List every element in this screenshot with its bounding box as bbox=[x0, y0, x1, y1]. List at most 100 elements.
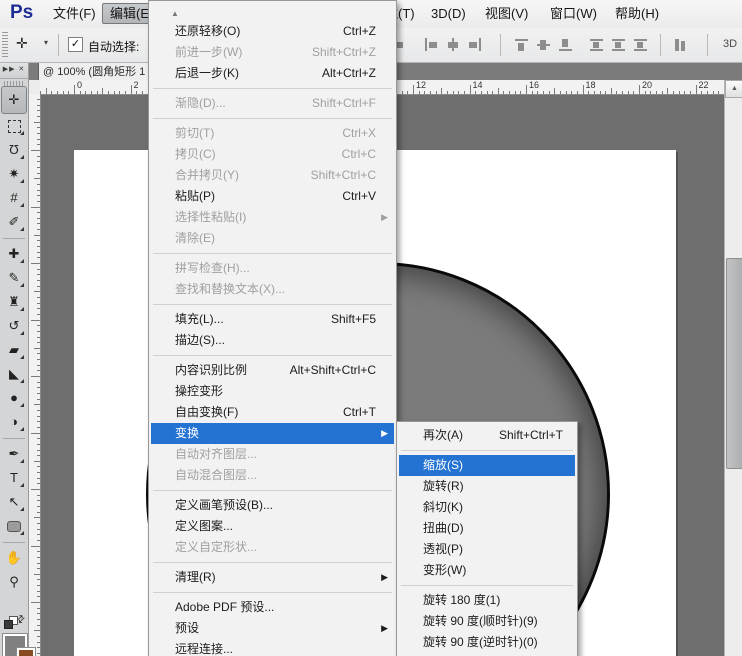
menu-item-4[interactable]: 帮助(H) bbox=[608, 4, 666, 23]
scroll-up-arrow[interactable]: ▲ bbox=[725, 80, 742, 98]
transform-submenu-item-11[interactable]: 旋转 90 度(逆时针)(0) bbox=[399, 632, 575, 653]
align-right-edges-icon[interactable] bbox=[467, 37, 483, 53]
path-selection-tool[interactable]: ↖ bbox=[2, 490, 26, 514]
edit-menu-item-12[interactable]: 清除(E) bbox=[151, 228, 394, 249]
edit-menu-item-18[interactable]: 描边(S)... bbox=[151, 330, 394, 351]
healing-brush-tool[interactable]: ✚ bbox=[2, 242, 26, 266]
menu-item-label: 变形(W) bbox=[423, 560, 466, 581]
dodge-burn-tool[interactable]: ◑ bbox=[2, 410, 26, 434]
edit-menu-item-7[interactable]: 剪切(T)Ctrl+X bbox=[151, 123, 394, 144]
edit-menu-item-17[interactable]: 填充(L)...Shift+F5 bbox=[151, 309, 394, 330]
edit-menu-item-24[interactable]: 自动对齐图层... bbox=[151, 444, 394, 465]
edit-menu-item-15[interactable]: 查找和替换文本(X)... bbox=[151, 279, 394, 300]
edit-menu-item-27[interactable]: 定义画笔预设(B)... bbox=[151, 495, 394, 516]
transform-submenu-item-4[interactable]: 斜切(K) bbox=[399, 497, 575, 518]
edit-menu-item-25[interactable]: 自动混合图层... bbox=[151, 465, 394, 486]
align-left-edges-icon[interactable] bbox=[423, 37, 439, 53]
edit-menu-item-28[interactable]: 定义图案... bbox=[151, 516, 394, 537]
edit-menu-item-34[interactable]: 预设▶ bbox=[151, 618, 394, 639]
menu-item-shortcut: Shift+F5 bbox=[331, 309, 376, 330]
edit-menu-item-31[interactable]: 清理(R)▶ bbox=[151, 567, 394, 588]
transform-submenu-item-3[interactable]: 旋转(R) bbox=[399, 476, 575, 497]
clone-stamp-tool[interactable]: ♜ bbox=[2, 290, 26, 314]
edit-menu-item-29[interactable]: 定义自定形状... bbox=[151, 537, 394, 558]
edit-menu-item-2[interactable]: 前进一步(W)Shift+Ctrl+Z bbox=[151, 42, 394, 63]
edit-menu-item-3[interactable]: 后退一步(K)Alt+Ctrl+Z bbox=[151, 63, 394, 84]
eraser-tool[interactable]: ▰ bbox=[2, 338, 26, 362]
menu-item-3[interactable]: 窗口(W) bbox=[543, 4, 604, 23]
menu-item-label: 定义图案... bbox=[175, 516, 233, 537]
edit-menu-item-35[interactable]: 远程连接... bbox=[151, 639, 394, 656]
healing-brush-tool-icon: ✚ bbox=[9, 242, 20, 266]
default-colors-icon[interactable] bbox=[4, 620, 13, 629]
toolbox-separator bbox=[0, 538, 28, 546]
eraser-tool-icon: ▰ bbox=[9, 338, 19, 362]
rounded-rectangle-tool[interactable] bbox=[2, 514, 26, 538]
distribute-vertical-centers-icon[interactable] bbox=[610, 37, 626, 53]
menu-item-label: 预设 bbox=[175, 618, 199, 639]
transform-submenu-item-9[interactable]: 旋转 180 度(1) bbox=[399, 590, 575, 611]
transform-submenu-item-6[interactable]: 透视(P) bbox=[399, 539, 575, 560]
menu-separator bbox=[151, 588, 394, 597]
edit-menu-item-20[interactable]: 内容识别比例Alt+Shift+Ctrl+C bbox=[151, 360, 394, 381]
menu-file[interactable]: 文件(F) bbox=[46, 4, 103, 23]
background-color-swatch[interactable] bbox=[17, 648, 35, 656]
scrollbar-thumb[interactable] bbox=[726, 258, 742, 469]
edit-menu-item-14[interactable]: 拼写检查(H)... bbox=[151, 258, 394, 279]
align-vertical-centers-icon[interactable] bbox=[535, 37, 551, 53]
transform-submenu-item-0[interactable]: 再次(A)Shift+Ctrl+T bbox=[399, 425, 575, 446]
edit-menu-item-8[interactable]: 拷贝(C)Ctrl+C bbox=[151, 144, 394, 165]
transform-submenu-item-2[interactable]: 缩放(S) bbox=[399, 455, 575, 476]
paint-bucket-tool[interactable]: ◣ bbox=[2, 362, 26, 386]
edit-menu-item-10[interactable]: 粘贴(P)Ctrl+V bbox=[151, 186, 394, 207]
history-brush-tool[interactable]: ↺ bbox=[2, 314, 26, 338]
quick-selection-tool[interactable]: ✷ bbox=[2, 162, 26, 186]
edit-menu-item-11[interactable]: 选择性粘贴(I)▶ bbox=[151, 207, 394, 228]
transform-submenu-item-10[interactable]: 旋转 90 度(顺时针)(9) bbox=[399, 611, 575, 632]
transform-submenu: 再次(A)Shift+Ctrl+T 缩放(S)旋转(R)斜切(K)扭曲(D)透视(… bbox=[396, 421, 578, 656]
menu-item-2[interactable]: 视图(V) bbox=[478, 4, 535, 23]
menu-item-label: 缩放(S) bbox=[423, 455, 463, 476]
zoom-tool[interactable]: ⚲ bbox=[2, 570, 26, 594]
align-partial-icon[interactable] bbox=[395, 37, 411, 53]
edit-menu-item-33[interactable]: Adobe PDF 预设... bbox=[151, 597, 394, 618]
auto-select-checkbox[interactable]: ✓ bbox=[68, 37, 83, 52]
pen-tool-icon: ✒ bbox=[9, 442, 20, 466]
lasso-tool[interactable]: Ʊ bbox=[2, 138, 26, 162]
edit-menu-item-22[interactable]: 自由变换(F)Ctrl+T bbox=[151, 402, 394, 423]
distribute-columns-icon[interactable] bbox=[672, 37, 688, 53]
quick-selection-tool-icon: ✷ bbox=[9, 162, 20, 186]
hand-tool[interactable]: ✋ bbox=[2, 546, 26, 570]
align-bottom-edges-icon[interactable] bbox=[557, 37, 573, 53]
options-bar-grip[interactable] bbox=[2, 32, 8, 58]
transform-submenu-item-7[interactable]: 变形(W) bbox=[399, 560, 575, 581]
blur-tool[interactable]: ● bbox=[2, 386, 26, 410]
align-top-edges-icon[interactable] bbox=[513, 37, 529, 53]
rectangular-marquee-tool[interactable] bbox=[2, 114, 26, 138]
menu-separator bbox=[151, 351, 394, 360]
edit-menu-item-1[interactable]: 还原轻移(O)Ctrl+Z bbox=[151, 21, 394, 42]
eyedropper-tool[interactable]: ✐ bbox=[2, 210, 26, 234]
menu-item-label: 旋转 180 度(1) bbox=[423, 590, 500, 611]
edit-menu-item-9[interactable]: 合并拷贝(Y)Shift+Ctrl+C bbox=[151, 165, 394, 186]
menu-item-label: 粘贴(P) bbox=[175, 186, 215, 207]
align-horizontal-centers-icon[interactable] bbox=[445, 37, 461, 53]
menu-scroll-up-icon[interactable]: ▲ bbox=[149, 7, 396, 21]
distribute-bottom-edges-icon[interactable] bbox=[632, 37, 648, 53]
toolbox-header[interactable]: ▶▶ ✕ bbox=[0, 62, 28, 79]
photoshop-window: Ps 文件(F) 编辑(E) 镜(T)3D(D)视图(V)窗口(W)帮助(H) … bbox=[0, 0, 742, 656]
move-tool[interactable]: ✛ bbox=[1, 86, 27, 114]
edit-menu-item-23[interactable]: 变换▶ bbox=[151, 423, 394, 444]
menu-item-1[interactable]: 3D(D) bbox=[424, 4, 473, 23]
menu-item-label: 定义画笔预设(B)... bbox=[175, 495, 273, 516]
distribute-top-edges-icon[interactable] bbox=[588, 37, 604, 53]
edit-menu-item-5[interactable]: 渐隐(D)...Shift+Ctrl+F bbox=[151, 93, 394, 114]
crop-tool[interactable]: # bbox=[2, 186, 26, 210]
menu-item-label: Adobe PDF 预设... bbox=[175, 597, 274, 618]
transform-submenu-item-5[interactable]: 扭曲(D) bbox=[399, 518, 575, 539]
pen-tool[interactable]: ✒ bbox=[2, 442, 26, 466]
tool-preset-caret-icon[interactable]: ▾ bbox=[44, 38, 48, 47]
edit-menu-item-21[interactable]: 操控变形 bbox=[151, 381, 394, 402]
brush-tool[interactable]: ✎ bbox=[2, 266, 26, 290]
type-tool[interactable]: T bbox=[2, 466, 26, 490]
